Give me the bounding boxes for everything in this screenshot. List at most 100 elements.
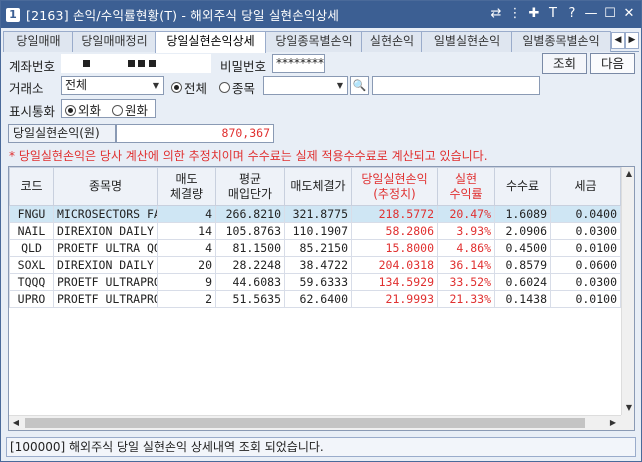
scroll-left-icon[interactable]: ◀ (9, 416, 23, 430)
table-header: 코드 종목명 매도 체결량 평균 매입단가 매도체결가 당일실현손익 (추정치) 실현 수익률 수수료… (9, 167, 621, 206)
table-cell: 4.86% (437, 239, 495, 257)
table-cell: 20 (157, 256, 216, 274)
column-header[interactable]: 코드 (9, 167, 54, 206)
stock-name-field[interactable] (372, 76, 540, 95)
tab-scroll-left-icon[interactable]: ◀ (611, 32, 625, 49)
radio-checked-icon (65, 105, 76, 116)
column-header[interactable]: 수수료 (494, 167, 551, 206)
tab-5[interactable]: 실현손익 (361, 31, 423, 52)
table-cell: 0.0300 (550, 273, 621, 291)
currency-label: 표시통화 (9, 104, 56, 119)
column-header[interactable]: 매도 체결량 (157, 167, 216, 206)
table-cell: 1.6089 (494, 205, 551, 223)
exchange-value: 전체 (65, 78, 88, 92)
table-row[interactable]: QLD PROETF ULTRA QQQ 4 81.1500 85.2150 15.800… (9, 239, 621, 257)
text-icon[interactable]: T (545, 5, 561, 23)
horizontal-scrollbar[interactable]: ◀ ▶ (9, 415, 621, 430)
table-cell: SOXL (9, 256, 54, 274)
next-button[interactable]: 다음 (590, 53, 635, 74)
table-cell: 85.2150 (284, 239, 352, 257)
title-bar[interactable]: 1 [2163] 손익/수익률현황(T) - 해외주식 당일 실현손익상세 ⇄ ⋮… (1, 1, 641, 28)
profit-label: 당일실현손익(원) (8, 124, 116, 143)
search-icon[interactable]: 🔍 (350, 76, 369, 95)
radio-unchecked-icon (112, 105, 123, 116)
radio-checked-icon (171, 82, 182, 93)
results-grid: 코드 종목명 매도 체결량 평균 매입단가 매도체결가 당일실현손익 (추정치) 실현 수익률 수수료… (8, 166, 635, 431)
table-body: FNGU MICROSECTORS FAN 4 266.8210 321.8775 218… (9, 205, 621, 308)
table-row[interactable]: TQQQ PROETF ULTRAPRO 9 44.6083 59.6333 134.59… (9, 273, 621, 291)
tab-2[interactable]: 당일매매정리 (72, 31, 157, 52)
table-cell: 0.4500 (494, 239, 551, 257)
table-cell: 0.0300 (550, 222, 621, 240)
pin-icon[interactable]: ✚ (526, 5, 542, 23)
column-header[interactable]: 세금 (550, 167, 621, 206)
table-cell: 2.0906 (494, 222, 551, 240)
scroll-up-icon[interactable]: ▲ (622, 167, 634, 181)
account-label: 계좌번호 (9, 59, 56, 74)
tab-4[interactable]: 당일종목별손익 (265, 31, 363, 52)
exchange-select[interactable]: 전체 ▼ (61, 76, 164, 95)
table-cell: 266.8210 (215, 205, 285, 223)
currency-radio-group: 외화 원화 (61, 99, 156, 118)
search-button[interactable]: 조회 (542, 53, 587, 74)
tab-1[interactable]: 당일매매 (3, 31, 74, 52)
table-cell: 59.6333 (284, 273, 352, 291)
table-cell: 0.0400 (550, 205, 621, 223)
radio-won[interactable]: 원화 (112, 102, 149, 118)
radio-won-label: 원화 (125, 103, 149, 118)
scroll-down-icon[interactable]: ▼ (622, 401, 634, 415)
password-field[interactable]: ******** (272, 54, 325, 73)
tab-6[interactable]: 일별실현손익 (421, 31, 513, 52)
tab-3[interactable]: 당일실현손익상세 (155, 31, 266, 53)
column-header[interactable]: 매도체결가 (284, 167, 352, 206)
table-cell: 0.0100 (550, 239, 621, 257)
table-cell: 0.1438 (494, 290, 551, 308)
table-cell: 58.2806 (351, 222, 438, 240)
account-number-field[interactable] (61, 54, 211, 73)
table-cell: 0.6024 (494, 273, 551, 291)
table-cell: 21.33% (437, 290, 495, 308)
table-cell: 81.1500 (215, 239, 285, 257)
column-header[interactable]: 당일실현손익 (추정치) (351, 167, 438, 206)
vertical-scrollbar[interactable]: ▲ ▼ (621, 167, 634, 415)
tab-scroll-right-icon[interactable]: ▶ (625, 32, 639, 49)
password-label: 비밀번호 (220, 59, 267, 74)
table-cell: NAIL (9, 222, 54, 240)
radio-all[interactable]: 전체 (171, 78, 207, 97)
exchange-label: 거래소 (9, 81, 44, 96)
table-cell: TQQQ (9, 273, 54, 291)
link-icon[interactable]: ⇄ (488, 5, 504, 23)
scroll-thumb[interactable] (25, 418, 585, 428)
table-cell: 321.8775 (284, 205, 352, 223)
column-header[interactable]: 평균 매입단가 (215, 167, 285, 206)
column-header[interactable]: 실현 수익률 (437, 167, 495, 206)
stock-code-input[interactable]: ▼ (263, 76, 348, 95)
table-cell: 3.93% (437, 222, 495, 240)
radio-stock[interactable]: 종목 (219, 78, 255, 97)
table-row[interactable]: NAIL DIREXION DAILY H 14 105.8763 110.1907 58… (9, 222, 621, 240)
radio-all-label: 전체 (184, 81, 208, 96)
radio-foreign[interactable]: 외화 (65, 102, 101, 117)
table-cell: 134.5929 (351, 273, 438, 291)
help-icon[interactable]: ? (564, 5, 580, 23)
table-cell: 62.6400 (284, 290, 352, 308)
table-cell: 14 (157, 222, 216, 240)
table-cell: PROETF ULTRAPRO (53, 290, 158, 308)
table-row[interactable]: UPRO PROETF ULTRAPRO 2 51.5635 62.6400 21.999… (9, 290, 621, 308)
close-icon[interactable]: ✕ (621, 5, 637, 23)
table-cell: 4 (157, 205, 216, 223)
table-cell: 0.0100 (550, 290, 621, 308)
table-cell: PROETF ULTRAPRO (53, 273, 158, 291)
table-cell: 218.5772 (351, 205, 438, 223)
help-menu-icon[interactable]: ⋮ (507, 5, 523, 23)
minimize-icon[interactable]: — (583, 5, 599, 23)
maximize-icon[interactable]: ☐ (602, 5, 618, 23)
table-cell: 204.0318 (351, 256, 438, 274)
tab-7[interactable]: 일별종목별손익 (511, 31, 611, 52)
window-title: [2163] 손익/수익률현황(T) - 해외주식 당일 실현손익상세 (26, 8, 340, 23)
table-row[interactable]: SOXL DIREXION DAILY S 20 28.2248 38.4722 204.… (9, 256, 621, 274)
table-cell: 33.52% (437, 273, 495, 291)
scroll-right-icon[interactable]: ▶ (606, 416, 620, 430)
table-row[interactable]: FNGU MICROSECTORS FAN 4 266.8210 321.8775 218… (9, 205, 621, 223)
column-header[interactable]: 종목명 (53, 167, 158, 206)
